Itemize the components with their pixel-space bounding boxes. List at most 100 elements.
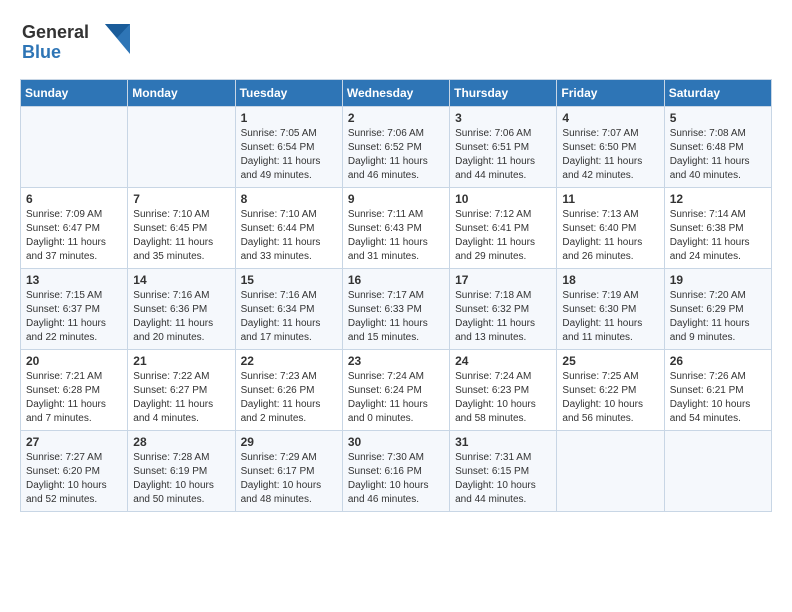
day-info: Sunrise: 7:29 AM Sunset: 6:17 PM Dayligh…	[241, 451, 337, 507]
calendar-cell: 4 Sunrise: 7:07 AM Sunset: 6:50 PM Daylig…	[557, 107, 664, 188]
day-info: Sunrise: 7:15 AM Sunset: 6:37 PM Dayligh…	[26, 289, 122, 345]
day-number: 29	[241, 435, 337, 449]
day-number: 24	[455, 354, 551, 368]
calendar-cell: 12 Sunrise: 7:14 AM Sunset: 6:38 PM Dayli…	[664, 188, 771, 269]
calendar-cell: 19 Sunrise: 7:20 AM Sunset: 6:29 PM Dayli…	[664, 269, 771, 350]
day-number: 27	[26, 435, 122, 449]
day-number: 8	[241, 192, 337, 206]
col-header-thursday: Thursday	[450, 80, 557, 107]
calendar-cell: 9Sunrise: 7:11 AM Sunset: 6:43 PM Daylig…	[342, 188, 449, 269]
day-info: Sunrise: 7:30 AM Sunset: 6:16 PM Dayligh…	[348, 451, 444, 507]
day-info: Sunrise: 7:06 AM Sunset: 6:51 PM Dayligh…	[455, 127, 551, 183]
day-number: 31	[455, 435, 551, 449]
svg-text:Blue: Blue	[22, 42, 61, 62]
day-number: 26	[670, 354, 766, 368]
calendar-cell: 25 Sunrise: 7:25 AM Sunset: 6:22 PM Dayli…	[557, 350, 664, 431]
day-info: Sunrise: 7:13 AM Sunset: 6:40 PM Dayligh…	[562, 208, 658, 264]
calendar-cell: 13 Sunrise: 7:15 AM Sunset: 6:37 PM Dayli…	[21, 269, 128, 350]
day-info: Sunrise: 7:24 AM Sunset: 6:24 PM Dayligh…	[348, 370, 444, 426]
calendar-cell: 24Sunrise: 7:24 AM Sunset: 6:23 PM Dayli…	[450, 350, 557, 431]
day-number: 10	[455, 192, 551, 206]
day-number: 19	[670, 273, 766, 287]
calendar-cell: 26 Sunrise: 7:26 AM Sunset: 6:21 PM Dayli…	[664, 350, 771, 431]
week-row-3: 13 Sunrise: 7:15 AM Sunset: 6:37 PM Dayli…	[21, 269, 772, 350]
day-number: 13	[26, 273, 122, 287]
logo-text: General Blue	[20, 16, 130, 69]
calendar-cell: 7 Sunrise: 7:10 AM Sunset: 6:45 PM Daylig…	[128, 188, 235, 269]
day-info: Sunrise: 7:20 AM Sunset: 6:29 PM Dayligh…	[670, 289, 766, 345]
day-number: 15	[241, 273, 337, 287]
calendar-cell: 22Sunrise: 7:23 AM Sunset: 6:26 PM Dayli…	[235, 350, 342, 431]
calendar-cell: 15 Sunrise: 7:16 AM Sunset: 6:34 PM Dayli…	[235, 269, 342, 350]
day-number: 14	[133, 273, 229, 287]
day-number: 25	[562, 354, 658, 368]
week-row-1: 1 Sunrise: 7:05 AM Sunset: 6:54 PM Daylig…	[21, 107, 772, 188]
calendar-cell: 23 Sunrise: 7:24 AM Sunset: 6:24 PM Dayli…	[342, 350, 449, 431]
logo: General Blue	[20, 16, 130, 69]
calendar-cell	[21, 107, 128, 188]
day-info: Sunrise: 7:14 AM Sunset: 6:38 PM Dayligh…	[670, 208, 766, 264]
day-number: 23	[348, 354, 444, 368]
day-number: 18	[562, 273, 658, 287]
day-info: Sunrise: 7:25 AM Sunset: 6:22 PM Dayligh…	[562, 370, 658, 426]
calendar-cell: 14 Sunrise: 7:16 AM Sunset: 6:36 PM Dayli…	[128, 269, 235, 350]
day-number: 21	[133, 354, 229, 368]
day-info: Sunrise: 7:22 AM Sunset: 6:27 PM Dayligh…	[133, 370, 229, 426]
week-row-5: 27 Sunrise: 7:27 AM Sunset: 6:20 PM Dayli…	[21, 431, 772, 512]
calendar-cell: 27 Sunrise: 7:27 AM Sunset: 6:20 PM Dayli…	[21, 431, 128, 512]
calendar-cell: 16 Sunrise: 7:17 AM Sunset: 6:33 PM Dayli…	[342, 269, 449, 350]
day-info: Sunrise: 7:05 AM Sunset: 6:54 PM Dayligh…	[241, 127, 337, 183]
calendar-cell	[557, 431, 664, 512]
day-info: Sunrise: 7:16 AM Sunset: 6:34 PM Dayligh…	[241, 289, 337, 345]
col-header-wednesday: Wednesday	[342, 80, 449, 107]
calendar-cell: 31 Sunrise: 7:31 AM Sunset: 6:15 PM Dayli…	[450, 431, 557, 512]
day-number: 16	[348, 273, 444, 287]
day-number: 6	[26, 192, 122, 206]
calendar-cell: 29 Sunrise: 7:29 AM Sunset: 6:17 PM Dayli…	[235, 431, 342, 512]
day-number: 4	[562, 111, 658, 125]
day-info: Sunrise: 7:31 AM Sunset: 6:15 PM Dayligh…	[455, 451, 551, 507]
day-info: Sunrise: 7:23 AM Sunset: 6:26 PM Dayligh…	[241, 370, 337, 426]
day-info: Sunrise: 7:06 AM Sunset: 6:52 PM Dayligh…	[348, 127, 444, 183]
day-info: Sunrise: 7:12 AM Sunset: 6:41 PM Dayligh…	[455, 208, 551, 264]
day-number: 1	[241, 111, 337, 125]
day-info: Sunrise: 7:10 AM Sunset: 6:44 PM Dayligh…	[241, 208, 337, 264]
calendar-table: SundayMondayTuesdayWednesdayThursdayFrid…	[20, 79, 772, 512]
day-number: 11	[562, 192, 658, 206]
day-number: 28	[133, 435, 229, 449]
day-info: Sunrise: 7:17 AM Sunset: 6:33 PM Dayligh…	[348, 289, 444, 345]
day-info: Sunrise: 7:08 AM Sunset: 6:48 PM Dayligh…	[670, 127, 766, 183]
day-info: Sunrise: 7:10 AM Sunset: 6:45 PM Dayligh…	[133, 208, 229, 264]
calendar-cell: 1 Sunrise: 7:05 AM Sunset: 6:54 PM Daylig…	[235, 107, 342, 188]
day-number: 20	[26, 354, 122, 368]
svg-text:General: General	[22, 22, 89, 42]
calendar-cell: 8 Sunrise: 7:10 AM Sunset: 6:44 PM Daylig…	[235, 188, 342, 269]
calendar-cell: 21 Sunrise: 7:22 AM Sunset: 6:27 PM Dayli…	[128, 350, 235, 431]
calendar-cell: 11 Sunrise: 7:13 AM Sunset: 6:40 PM Dayli…	[557, 188, 664, 269]
calendar-cell: 30 Sunrise: 7:30 AM Sunset: 6:16 PM Dayli…	[342, 431, 449, 512]
day-info: Sunrise: 7:09 AM Sunset: 6:47 PM Dayligh…	[26, 208, 122, 264]
calendar-cell: 28Sunrise: 7:28 AM Sunset: 6:19 PM Dayli…	[128, 431, 235, 512]
day-info: Sunrise: 7:27 AM Sunset: 6:20 PM Dayligh…	[26, 451, 122, 507]
day-info: Sunrise: 7:26 AM Sunset: 6:21 PM Dayligh…	[670, 370, 766, 426]
day-info: Sunrise: 7:19 AM Sunset: 6:30 PM Dayligh…	[562, 289, 658, 345]
day-info: Sunrise: 7:07 AM Sunset: 6:50 PM Dayligh…	[562, 127, 658, 183]
day-info: Sunrise: 7:21 AM Sunset: 6:28 PM Dayligh…	[26, 370, 122, 426]
day-number: 2	[348, 111, 444, 125]
day-number: 12	[670, 192, 766, 206]
day-info: Sunrise: 7:16 AM Sunset: 6:36 PM Dayligh…	[133, 289, 229, 345]
calendar-cell: 18 Sunrise: 7:19 AM Sunset: 6:30 PM Dayli…	[557, 269, 664, 350]
week-row-2: 6 Sunrise: 7:09 AM Sunset: 6:47 PM Daylig…	[21, 188, 772, 269]
day-number: 7	[133, 192, 229, 206]
calendar-cell: 2 Sunrise: 7:06 AM Sunset: 6:52 PM Daylig…	[342, 107, 449, 188]
col-header-saturday: Saturday	[664, 80, 771, 107]
calendar-cell: 3Sunrise: 7:06 AM Sunset: 6:51 PM Daylig…	[450, 107, 557, 188]
calendar-cell: 10 Sunrise: 7:12 AM Sunset: 6:41 PM Dayli…	[450, 188, 557, 269]
day-number: 30	[348, 435, 444, 449]
calendar-cell: 5Sunrise: 7:08 AM Sunset: 6:48 PM Daylig…	[664, 107, 771, 188]
calendar-header-row: SundayMondayTuesdayWednesdayThursdayFrid…	[21, 80, 772, 107]
day-number: 9	[348, 192, 444, 206]
calendar-cell: 6 Sunrise: 7:09 AM Sunset: 6:47 PM Daylig…	[21, 188, 128, 269]
col-header-friday: Friday	[557, 80, 664, 107]
col-header-sunday: Sunday	[21, 80, 128, 107]
